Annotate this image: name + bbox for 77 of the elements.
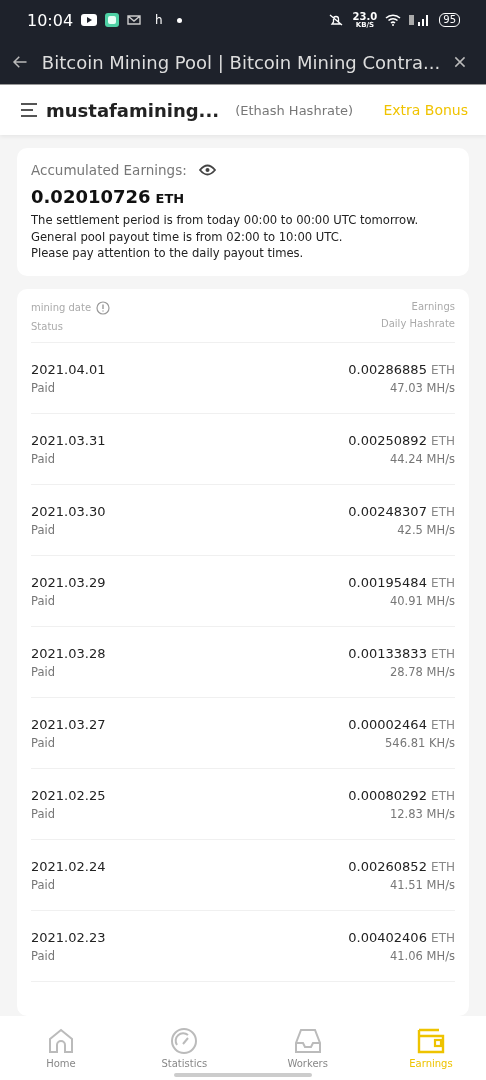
payment-status: Paid — [31, 664, 56, 679]
column-header: mining date — [31, 302, 92, 313]
earnings-amount: 0.00002464 — [348, 716, 427, 732]
mining-date: 2021.03.31 — [31, 432, 106, 448]
info-icon[interactable] — [96, 300, 111, 315]
gauge-icon — [170, 1027, 199, 1055]
dot-icon — [176, 17, 182, 23]
currency-unit: ETH — [431, 646, 455, 661]
inbox-tray-icon — [293, 1027, 322, 1055]
daily-hashrate: 546.81 KH/s — [385, 735, 455, 750]
daily-hashrate: 44.24 MH/s — [390, 451, 455, 466]
mining-date: 2021.03.28 — [31, 645, 106, 661]
earnings-amount: 0.00402406 — [348, 929, 427, 945]
eye-icon[interactable] — [198, 164, 216, 176]
earnings-amount: 0.00260852 — [348, 858, 427, 874]
note-text: General pool payout time is from 02:00 to 10:00 UTC. — [31, 228, 344, 245]
daily-hashrate: 42.5 MH/s — [397, 522, 455, 537]
daily-hashrate: 28.78 MH/s — [390, 664, 455, 679]
clock: 10:04 — [27, 10, 74, 30]
mining-date: 2021.03.29 — [31, 574, 106, 590]
daily-hashrate: 47.03 MH/s — [390, 380, 455, 395]
wifi-icon — [385, 14, 402, 26]
currency-unit: ETH — [431, 930, 455, 945]
net-speed: 23.0 — [352, 11, 378, 21]
home-icon — [47, 1027, 75, 1055]
account-name[interactable]: mustafamining... — [46, 99, 220, 121]
earnings-amount: 0.00250892 — [348, 432, 427, 448]
nav-tab[interactable]: Workers — [272, 1016, 343, 1080]
nav-tab[interactable]: Statistics — [149, 1016, 220, 1080]
payment-status: Paid — [31, 735, 56, 750]
currency-unit: ETH — [431, 504, 455, 519]
payment-status: Paid — [31, 522, 56, 537]
payment-status: Paid — [31, 877, 56, 892]
mail-icon — [127, 14, 142, 26]
battery-indicator: 95 — [439, 13, 460, 27]
accumulated-amount: 0.02010726 — [31, 186, 151, 207]
accumulated-earnings-label: Accumulated Earnings: — [31, 162, 187, 178]
note-text: The settlement period is from today 00:00 to 00:00 UTC tomorrow. — [31, 212, 420, 229]
earnings-amount: 0.00133833 — [348, 645, 427, 661]
payment-status: Paid — [31, 948, 56, 963]
earnings-amount: 0.00286885 — [348, 361, 427, 377]
currency-unit: ETH — [155, 191, 185, 206]
daily-hashrate: 41.51 MH/s — [390, 877, 455, 892]
payment-status: Paid — [31, 451, 56, 466]
earnings-amount: 0.00195484 — [348, 574, 427, 590]
column-header: Earnings — [411, 300, 455, 312]
chat-app-icon — [105, 13, 120, 27]
column-header: Daily Hashrate — [381, 317, 455, 329]
currency-unit: ETH — [431, 788, 455, 803]
mining-date: 2021.02.23 — [31, 929, 106, 945]
video-app-icon — [81, 14, 98, 26]
wallet-icon — [416, 1027, 446, 1055]
earnings-amount: 0.00248307 — [348, 503, 427, 519]
payment-status: Paid — [31, 806, 56, 821]
window-title: Bitcoin Mining Pool | Bitcoin Mining Contra... — [41, 51, 441, 73]
payment-status: Paid — [31, 380, 56, 395]
daily-hashrate: 40.91 MH/s — [390, 593, 455, 608]
mining-date: 2021.03.30 — [31, 503, 106, 519]
earnings-amount: 0.00080292 — [348, 787, 427, 803]
mining-date: 2021.03.27 — [31, 716, 106, 732]
algorithm-label: (Ethash Hashrate) — [235, 102, 355, 118]
currency-unit: ETH — [431, 433, 455, 448]
currency-unit: ETH — [431, 575, 455, 590]
note-text: Please pay attention to the daily payout times. — [31, 245, 305, 262]
currency-unit: ETH — [431, 362, 455, 377]
notification-letter: h — [155, 13, 163, 27]
payment-status: Paid — [31, 593, 56, 608]
nav-tab[interactable]: Home — [26, 1016, 96, 1080]
currency-unit: ETH — [431, 859, 455, 874]
daily-hashrate: 41.06 MH/s — [390, 948, 455, 963]
menu-icon[interactable] — [20, 102, 38, 118]
mining-date: 2021.04.01 — [31, 361, 106, 377]
currency-unit: ETH — [431, 717, 455, 732]
column-header: Status — [31, 320, 64, 332]
mining-date: 2021.02.24 — [31, 858, 106, 874]
mining-date: 2021.02.25 — [31, 787, 106, 803]
daily-hashrate: 12.83 MH/s — [390, 806, 455, 821]
